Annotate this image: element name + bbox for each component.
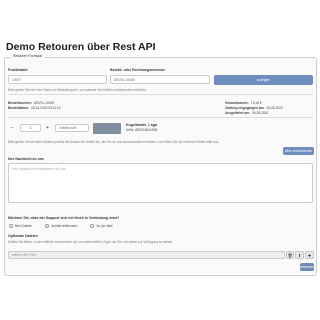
delete-file-button[interactable]: 🗑 [286,251,294,259]
item-article-number: ArtNr: AR2016041538 [126,128,158,132]
radio-no-thanks-label: Nein Danke [15,224,32,228]
minus-button[interactable]: − [8,124,17,132]
return-all-button[interactable]: Alles zurücksenden [283,147,314,155]
radio-mail-label: Ja, per Mail [96,224,113,228]
page-title: Demo Retouren über Rest API [6,41,156,53]
form-legend: Retouren Formular [11,54,45,58]
files-hint: Sollten Sie Bilder zu den Artikeln besch… [8,240,174,244]
message-textarea[interactable]: Ihre möglichen Informationen für uns [8,163,313,203]
order-number-input[interactable]: DEV01-10000 [110,75,210,84]
plus-button[interactable]: + [43,124,52,132]
radio-mail[interactable] [90,224,94,228]
upload-file-button[interactable]: ⬆ [295,251,304,259]
form-hint: Bitte geben Sie hier Ihre Daten zur Best… [8,88,147,92]
payment-info: Zahlung eingegangen am: 06-05-2020 [225,106,283,110]
submit-button[interactable]: absenden [300,263,314,271]
add-file-button[interactable]: ✚ [305,251,314,259]
divider [8,94,313,95]
file-input[interactable]: wählen Sie Files [8,251,285,259]
quantity-input[interactable]: 1 [20,124,41,132]
shipped-info: Ausgeliefert am: 06-05-2020 [225,111,269,115]
item-name: Kugelhantel, 1 kga [126,123,157,127]
radio-phone-label: Ja bitte telefonisch [51,224,78,228]
divider [8,117,313,118]
postcode-input[interactable]: 10707 [8,75,107,84]
items-hint: Bitte geben Sie bei allen Artikeln jewei… [8,140,220,144]
total-info: Gesamtsumme: 19,16 € [225,101,262,105]
files-label: Optionale Dateien [8,234,38,238]
contact-question: Möchten Sie, dass der Support sich mit I… [8,216,120,220]
order-number-info: Bestellnummer: DEV01-10000 [8,101,55,105]
radio-no-thanks[interactable] [9,224,13,228]
upload-icon: ⬆ [297,252,302,258]
postcode-label: Postleitzahl [8,68,28,72]
order-date-info: Bestelldatum: 05-24-2020 09:11:15 [8,106,61,110]
product-thumbnail [93,123,121,134]
show-button[interactable]: anzeigen [214,75,313,85]
radio-phone[interactable] [45,224,49,228]
plus-icon: ✚ [307,252,312,258]
message-label: Ihre Nachricht an uns [8,157,44,161]
order-number-label: Bestell- oder Rechnungsnummer [110,68,166,72]
trash-icon: 🗑 [287,252,293,258]
reason-select[interactable]: Gefällt nicht [55,124,89,132]
return-form: Retouren Formular Postleitzahl 10707 Bes… [4,54,317,276]
